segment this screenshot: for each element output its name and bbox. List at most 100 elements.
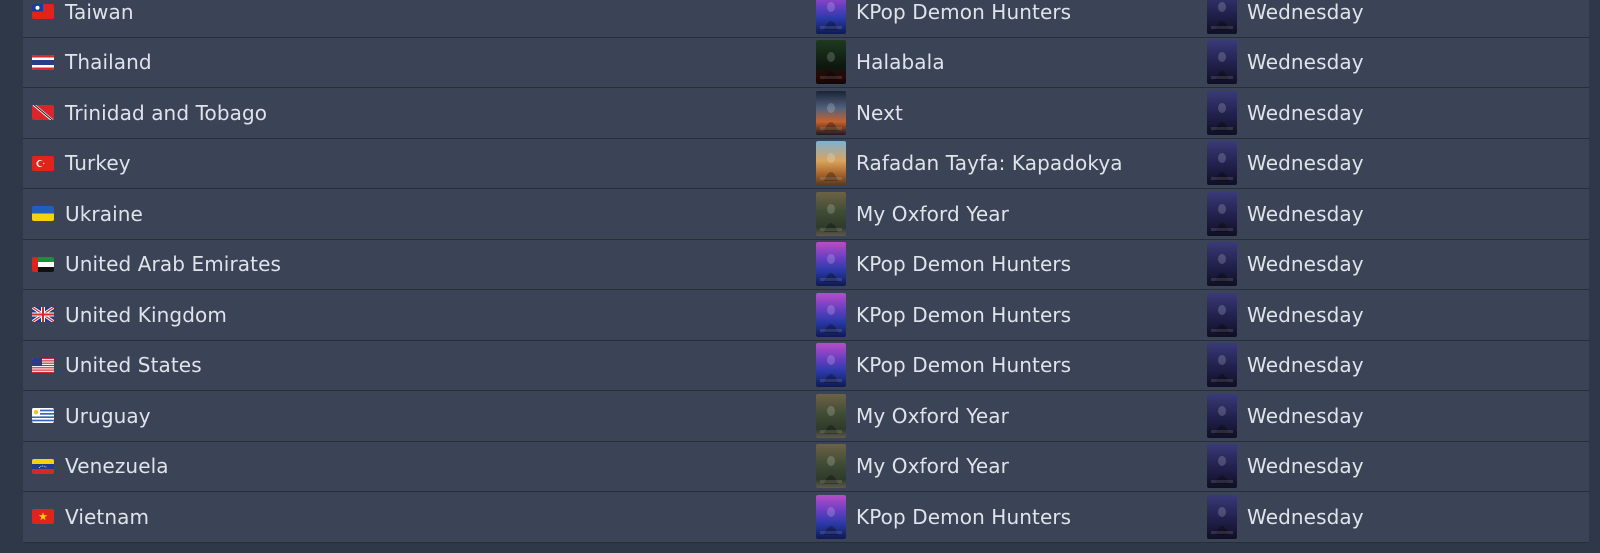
show-poster [1207, 494, 1237, 539]
movie-poster [816, 444, 846, 489]
country-cell: Uruguay [32, 391, 151, 441]
show-title[interactable]: Wednesday [1247, 303, 1364, 327]
top-movie-cell[interactable]: KPop Demon Hunters [816, 0, 1071, 37]
top-show-cell[interactable]: Wednesday [1207, 240, 1364, 290]
movie-title[interactable]: KPop Demon Hunters [856, 353, 1071, 377]
country-name: Vietnam [65, 504, 150, 529]
country-name: Ukraine [65, 201, 143, 226]
country-cell: Thailand [32, 38, 152, 88]
show-title[interactable]: Wednesday [1247, 454, 1364, 478]
flag-icon [32, 4, 54, 20]
show-title[interactable]: Wednesday [1247, 202, 1364, 226]
table-row: Thailand Halabala Wednesday [23, 37, 1589, 88]
top-show-cell[interactable]: Wednesday [1207, 0, 1364, 37]
top-show-cell[interactable]: Wednesday [1207, 341, 1364, 391]
movie-title[interactable]: My Oxford Year [856, 202, 1009, 226]
table-row: Venezuela My Oxford Year Wednesday [23, 441, 1589, 492]
country-cell: Ukraine [32, 189, 143, 239]
table-row: United Kingdom KPop Demon Hunters Wednes… [23, 290, 1589, 341]
movie-title[interactable]: My Oxford Year [856, 404, 1009, 428]
top-show-cell[interactable]: Wednesday [1207, 492, 1364, 542]
movie-poster [816, 40, 846, 85]
movie-poster [816, 191, 846, 236]
top-show-cell[interactable]: Wednesday [1207, 189, 1364, 239]
country-cell: United Arab Emirates [32, 240, 281, 290]
table-row: Vietnam KPop Demon Hunters Wednesday [23, 492, 1589, 543]
show-title[interactable]: Wednesday [1247, 252, 1364, 276]
top-movie-cell[interactable]: Next [816, 88, 903, 138]
top-movie-cell[interactable]: Halabala [816, 38, 945, 88]
movie-title[interactable]: KPop Demon Hunters [856, 0, 1071, 24]
movie-poster [816, 393, 846, 438]
flag-icon [32, 54, 54, 70]
table-row: Uruguay My Oxford Year Wednesday [23, 391, 1589, 442]
flag-icon [32, 509, 54, 525]
top-show-cell[interactable]: Wednesday [1207, 391, 1364, 441]
movie-title[interactable]: Halabala [856, 50, 945, 74]
movie-title[interactable]: Next [856, 101, 903, 125]
flag-icon [32, 458, 54, 474]
top-movie-cell[interactable]: KPop Demon Hunters [816, 341, 1071, 391]
show-poster [1207, 90, 1237, 135]
country-name: United Arab Emirates [65, 252, 282, 277]
movie-title[interactable]: My Oxford Year [856, 454, 1009, 478]
country-name: Uruguay [65, 403, 151, 428]
movie-poster [816, 0, 846, 34]
show-poster [1207, 40, 1237, 85]
country-name: Venezuela [65, 454, 169, 479]
show-title[interactable]: Wednesday [1247, 50, 1364, 74]
movie-title[interactable]: KPop Demon Hunters [856, 252, 1071, 276]
show-title[interactable]: Wednesday [1247, 404, 1364, 428]
country-cell: Venezuela [32, 442, 169, 492]
top-show-cell[interactable]: Wednesday [1207, 442, 1364, 492]
top-movie-cell[interactable]: Rafadan Tayfa: Kapadokya [816, 139, 1123, 189]
country-name: Turkey [65, 151, 131, 176]
top-movie-cell[interactable]: My Oxford Year [816, 391, 1009, 441]
show-title[interactable]: Wednesday [1247, 0, 1364, 24]
top-show-cell[interactable]: Wednesday [1207, 38, 1364, 88]
show-poster [1207, 343, 1237, 388]
show-title[interactable]: Wednesday [1247, 505, 1364, 529]
movie-poster [816, 292, 846, 337]
table-row: United Arab Emirates KPop Demon Hunters … [23, 239, 1589, 290]
show-poster [1207, 141, 1237, 186]
flag-icon [32, 105, 54, 121]
country-top-titles-table: Taiwan KPop Demon Hunters Wednesday Thai… [23, 0, 1589, 543]
show-poster [1207, 292, 1237, 337]
table-row: Ukraine My Oxford Year Wednesday [23, 189, 1589, 240]
top-movie-cell[interactable]: KPop Demon Hunters [816, 240, 1071, 290]
show-title[interactable]: Wednesday [1247, 353, 1364, 377]
country-cell: Turkey [32, 139, 131, 189]
country-cell: United States [32, 341, 202, 391]
table-row: Taiwan KPop Demon Hunters Wednesday [23, 0, 1589, 38]
top-show-cell[interactable]: Wednesday [1207, 139, 1364, 189]
movie-poster [816, 141, 846, 186]
country-cell: Taiwan [32, 0, 134, 37]
flag-icon [32, 357, 54, 373]
top-show-cell[interactable]: Wednesday [1207, 88, 1364, 138]
top-movie-cell[interactable]: KPop Demon Hunters [816, 290, 1071, 340]
movie-title[interactable]: Rafadan Tayfa: Kapadokya [856, 151, 1123, 175]
top-movie-cell[interactable]: My Oxford Year [816, 442, 1009, 492]
top-show-cell[interactable]: Wednesday [1207, 290, 1364, 340]
table-row: Trinidad and Tobago Next Wednesday [23, 88, 1589, 139]
flag-icon [32, 206, 54, 222]
country-cell: Trinidad and Tobago [32, 88, 267, 138]
show-poster [1207, 242, 1237, 287]
top-movie-cell[interactable]: KPop Demon Hunters [816, 492, 1071, 542]
show-poster [1207, 444, 1237, 489]
movie-title[interactable]: KPop Demon Hunters [856, 303, 1071, 327]
movie-poster [816, 90, 846, 135]
show-poster [1207, 393, 1237, 438]
flag-icon [32, 256, 54, 272]
movie-title[interactable]: KPop Demon Hunters [856, 505, 1071, 529]
country-name: Thailand [65, 50, 152, 75]
flag-icon [32, 307, 54, 323]
show-title[interactable]: Wednesday [1247, 101, 1364, 125]
show-title[interactable]: Wednesday [1247, 151, 1364, 175]
table-row: United States KPop Demon Hunters Wednesd… [23, 340, 1589, 391]
show-poster [1207, 191, 1237, 236]
movie-poster [816, 343, 846, 388]
country-cell: United Kingdom [32, 290, 227, 340]
top-movie-cell[interactable]: My Oxford Year [816, 189, 1009, 239]
